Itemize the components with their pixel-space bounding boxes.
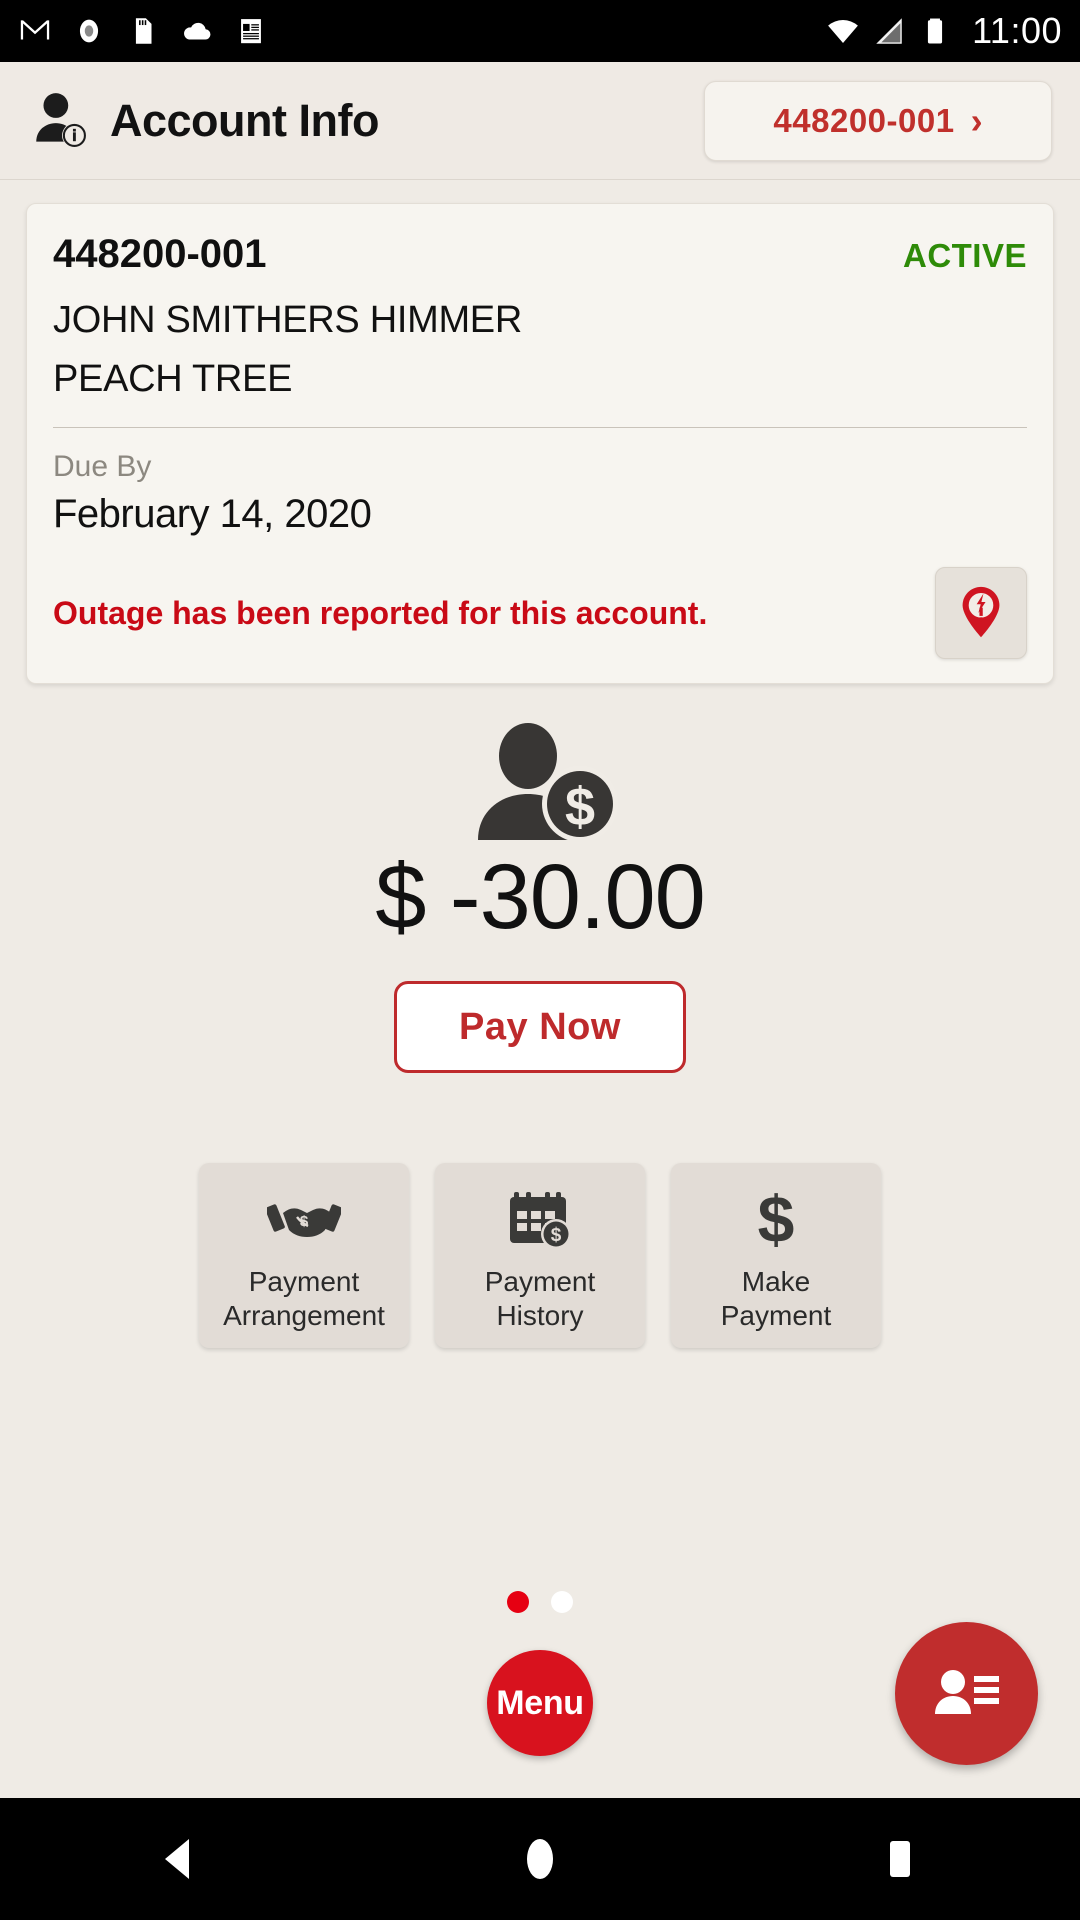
tile-label-line1: Make: [741, 1266, 811, 1298]
account-selector-button[interactable]: 448200-001 ›: [704, 80, 1052, 161]
nav-home-button[interactable]: [465, 1798, 615, 1920]
pager-dot-1[interactable]: [507, 1591, 529, 1613]
tile-label-payment-history: Payment History: [485, 1265, 596, 1331]
cloud-icon: [184, 22, 211, 40]
home-nav-icon: [527, 1839, 553, 1879]
due-by-date: February 14, 2020: [53, 492, 372, 536]
wifi-icon: [828, 20, 858, 44]
app-header: Account Info 448200-001 ›: [0, 62, 1080, 180]
outage-report-button[interactable]: [935, 567, 1027, 659]
due-by-label: Due By: [53, 450, 152, 483]
page-title: Account Info: [110, 94, 379, 146]
balance-section: $ $ -30.00 Pay Now: [0, 722, 1080, 1073]
tile-payment-history[interactable]: $ Payment History: [435, 1163, 645, 1348]
svg-text:$: $: [551, 1225, 562, 1246]
calendar-dollar-icon: $: [506, 1185, 574, 1253]
notes-icon: [241, 19, 261, 44]
menu-button-label: Menu: [496, 1683, 584, 1722]
status-bar-right-icons: 11:00: [826, 10, 1062, 52]
handshake-icon: $: [267, 1185, 341, 1253]
quick-action-tiles: $ Payment Arrangement $ Payment History …: [0, 1163, 1080, 1348]
tile-label-make-payment: Make Payment: [721, 1265, 832, 1331]
tile-label-line2: History: [496, 1299, 584, 1331]
balance-amount: $ -30.00: [375, 846, 706, 948]
status-badge: ACTIVE: [902, 237, 1027, 274]
outage-row: Outage has been reported for this accoun…: [53, 567, 1027, 659]
account-summary-card[interactable]: 448200-001 ACTIVE JOHN SMITHERS HIMMER P…: [26, 203, 1054, 684]
gmail-icon: [20, 20, 50, 40]
svg-text:$: $: [300, 1213, 309, 1230]
pager-dot-2[interactable]: [551, 1591, 573, 1613]
nav-recents-button[interactable]: [825, 1798, 975, 1920]
svg-text:$: $: [758, 1186, 795, 1252]
tile-label-line2: Arrangement: [223, 1299, 385, 1331]
tile-label-line1: Payment: [248, 1266, 360, 1298]
pay-now-button[interactable]: Pay Now: [394, 981, 686, 1073]
svg-text:$: $: [565, 777, 595, 837]
contact-fab-button[interactable]: [895, 1622, 1038, 1765]
nav-back-button[interactable]: [105, 1798, 255, 1920]
battery-icon: [927, 18, 943, 44]
card-divider: [53, 427, 1027, 428]
tile-payment-arrangement[interactable]: $ Payment Arrangement: [199, 1163, 409, 1348]
outage-pin-icon: [962, 586, 1000, 638]
tile-make-payment[interactable]: $ Make Payment: [671, 1163, 881, 1348]
pager-dots: [0, 1591, 1080, 1613]
tile-label-line1: Payment: [484, 1266, 596, 1298]
signal-icon: [876, 18, 902, 44]
account-address: PEACH TREE: [53, 358, 293, 400]
recents-nav-icon: [890, 1841, 910, 1877]
menu-button[interactable]: Menu: [487, 1650, 593, 1756]
dollar-sign-icon: $: [749, 1185, 803, 1253]
chevron-right-icon: ›: [970, 99, 983, 141]
status-bar-left-icons: [18, 14, 268, 48]
tile-label-line2: Payment: [720, 1299, 832, 1331]
android-nav-bar: [0, 1798, 1080, 1920]
app-screen: 11:00 Account Info 448200-001 › 448200-0…: [0, 0, 1080, 1920]
status-bar: 11:00: [0, 0, 1080, 62]
person-dollar-icon: $: [478, 723, 618, 840]
sd-card-icon: [135, 18, 152, 44]
back-nav-icon: [165, 1839, 189, 1879]
status-bar-clock: 11:00: [972, 10, 1062, 51]
account-holder-name: JOHN SMITHERS HIMMER: [53, 299, 523, 341]
contact-card-icon: [934, 1669, 999, 1714]
account-card-top-row: 448200-001 ACTIVE: [53, 232, 1027, 277]
account-selector-label: 448200-001: [773, 101, 955, 139]
outage-message: Outage has been reported for this accoun…: [53, 594, 708, 631]
account-number: 448200-001: [53, 232, 267, 276]
account-info-icon: [36, 92, 87, 148]
tile-label-payment-arrangement: Payment Arrangement: [223, 1265, 385, 1331]
record-icon: [79, 19, 99, 43]
